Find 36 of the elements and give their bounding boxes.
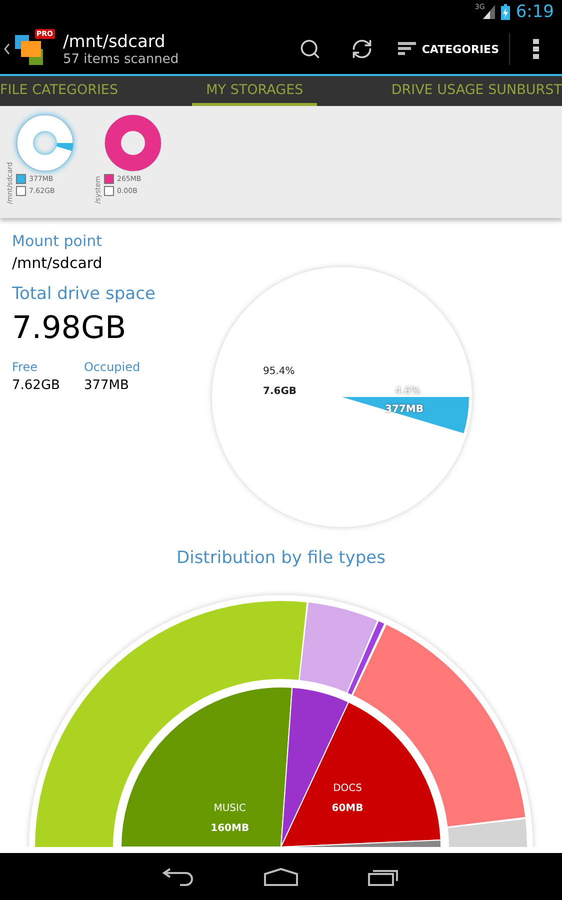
free-percent: 95.4%	[263, 366, 295, 377]
mount-point-value: /mnt/sdcard	[12, 254, 104, 272]
clock: 6:19	[516, 2, 554, 22]
category-size: 60MB	[332, 803, 364, 814]
used-size: 377MB	[385, 404, 424, 415]
recent-apps-icon[interactable]	[368, 868, 400, 886]
scan-subtitle: 57 items scanned	[63, 52, 180, 66]
back-icon[interactable]	[162, 868, 194, 886]
free-label: Free	[12, 360, 38, 374]
back-chevron-icon[interactable]	[3, 42, 11, 56]
occupied-value: 377MB	[84, 378, 130, 393]
tab[interactable]: DRIVE USAGE SUNBURST	[377, 76, 562, 106]
category-label: DOCS	[333, 783, 362, 794]
mount-point-label: Mount point	[12, 232, 104, 250]
home-icon[interactable]	[264, 868, 298, 886]
free-color-swatch	[16, 186, 26, 196]
free-color-swatch	[104, 186, 114, 196]
used-percent: 4.6%	[395, 386, 420, 397]
total-space-value: 7.98GB	[12, 310, 128, 346]
free-value: 7.62GB	[12, 378, 60, 393]
battery-icon	[500, 4, 510, 20]
storage-donut[interactable]	[104, 114, 162, 172]
tab[interactable]: FILE CATEGORIES	[0, 76, 132, 106]
folder-title: /mnt/sdcard	[63, 32, 166, 52]
free-size: 7.6GB	[263, 386, 297, 397]
category-label: MUSIC	[214, 803, 246, 814]
refresh-icon	[350, 38, 373, 60]
search-icon	[298, 38, 321, 60]
categories-button[interactable]: CATEGORIES	[388, 33, 510, 65]
sort-bars-icon	[398, 42, 416, 56]
total-space-label: Total drive space	[12, 284, 156, 304]
category-size: 160MB	[210, 823, 250, 834]
overflow-menu-icon	[533, 39, 539, 59]
signal-icon	[482, 5, 495, 19]
occupied-label: Occupied	[84, 360, 140, 374]
distribution-title: Distribution by file types	[176, 548, 386, 568]
